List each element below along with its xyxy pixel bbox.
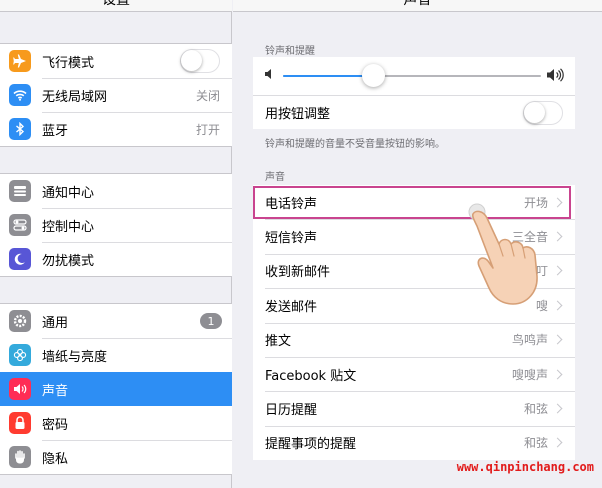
volume-slider-fill: [283, 75, 374, 77]
sound-row-label: 提醒事项的提醒: [265, 437, 357, 453]
hand-icon: [9, 446, 31, 468]
ringer-group: 用按钮调整: [253, 57, 575, 130]
volume-slider-row: [253, 57, 575, 95]
sound-row-value: 嗖嗖声: [511, 367, 548, 382]
chevron-right-icon: [552, 197, 563, 208]
sidebar-item-label: 密码: [42, 417, 69, 433]
sidebar-item-wifi[interactable]: 无线局域网 关闭: [0, 78, 232, 112]
airplane-icon: [9, 50, 31, 72]
sidebar-group-connectivity: 飞行模式 无线局域网 关闭 蓝牙 打开: [0, 43, 232, 147]
sidebar-item-do-not-disturb[interactable]: 勿扰模式: [0, 242, 232, 276]
detail-header: 声音: [233, 0, 602, 12]
notification-icon: [9, 180, 31, 202]
flower-icon: [9, 344, 31, 366]
gear-icon: [9, 310, 31, 332]
sidebar-title: 设置: [102, 0, 130, 8]
control-center-icon: [9, 214, 31, 236]
chevron-right-icon: [552, 334, 563, 345]
sound-row-value: 和弦: [523, 402, 548, 417]
chevron-right-icon: [552, 403, 563, 414]
speaker-icon: [9, 378, 31, 400]
sound-row-value: 鸟鸣声: [511, 333, 548, 348]
sidebar-item-label: 通用: [42, 315, 69, 331]
sound-row-facebook-post[interactable]: Facebook 贴文 嗖嗖声: [253, 356, 575, 391]
sidebar-item-label: 无线局域网: [42, 89, 108, 105]
sidebar-item-airplane[interactable]: 飞行模式: [0, 44, 232, 78]
bluetooth-icon: [9, 118, 31, 140]
ringer-section-title: 铃声和提醒: [265, 46, 315, 57]
chevron-right-icon: [552, 231, 563, 242]
moon-icon: [9, 248, 31, 270]
sidebar-item-sounds[interactable]: 声音: [0, 372, 232, 406]
volume-high-icon: [547, 68, 564, 82]
lock-icon: [9, 412, 31, 434]
settings-sidebar: 设置 飞行模式 无线局域网 关闭 蓝牙 打开 通知中心 控制中心 勿扰模式 通用…: [0, 0, 232, 488]
sidebar-item-label: 飞行模式: [42, 55, 95, 71]
bluetooth-status: 打开: [195, 122, 220, 137]
volume-slider-knob[interactable]: [362, 64, 386, 87]
sounds-detail-pane: 声音 铃声和提醒 用按钮调整 铃声和提醒的音量不受音量按钮的影响。 声音 电话铃…: [233, 0, 602, 488]
sound-row-reminder-alerts[interactable]: 提醒事项的提醒 和弦: [253, 425, 575, 460]
volume-slider-track[interactable]: [283, 64, 541, 87]
wifi-icon: [9, 84, 31, 106]
sound-row-label: Facebook 贴文: [265, 368, 357, 384]
sidebar-group-system: 通知中心 控制中心 勿扰模式: [0, 173, 232, 277]
sounds-section-title: 声音: [265, 172, 285, 183]
change-with-buttons-row: 用按钮调整: [253, 95, 575, 129]
sidebar-item-label: 控制中心: [42, 219, 95, 235]
chevron-right-icon: [552, 437, 563, 448]
sound-row-tweet[interactable]: 推文 鸟鸣声: [253, 322, 575, 357]
volume-low-icon: [265, 69, 271, 79]
chevron-right-icon: [552, 369, 563, 380]
sound-row-calendar-alerts[interactable]: 日历提醒 和弦: [253, 391, 575, 425]
sidebar-item-bluetooth[interactable]: 蓝牙 打开: [0, 112, 232, 146]
sidebar-item-label: 通知中心: [42, 185, 95, 201]
sound-row-label: 推文: [265, 334, 292, 350]
sidebar-item-passcode[interactable]: 密码: [0, 406, 232, 440]
chevron-right-icon: [552, 266, 563, 276]
airplane-mode-toggle[interactable]: [180, 49, 220, 73]
sidebar-item-label: 蓝牙: [42, 123, 69, 139]
detail-title: 声音: [403, 0, 432, 8]
sidebar-group-device: 通用 1 墙纸与亮度 声音 密码 隐私: [0, 303, 232, 475]
sound-row-value: 和弦: [523, 436, 548, 451]
sidebar-item-label: 隐私: [42, 451, 69, 467]
sidebar-item-general[interactable]: 通用 1: [0, 304, 232, 338]
sidebar-item-notification-center[interactable]: 通知中心: [0, 174, 232, 208]
sidebar-item-label: 声音: [42, 383, 69, 399]
pointing-hand-icon: [468, 203, 538, 305]
change-with-buttons-label: 用按钮调整: [265, 107, 331, 123]
change-with-buttons-toggle[interactable]: [523, 100, 563, 125]
chevron-right-icon: [552, 300, 563, 311]
sidebar-item-control-center[interactable]: 控制中心: [0, 208, 232, 242]
update-badge: 1: [200, 313, 222, 329]
sidebar-header: 设置: [0, 0, 232, 12]
sidebar-item-wallpaper[interactable]: 墙纸与亮度: [0, 338, 232, 372]
volume-note: 铃声和提醒的音量不受音量按钮的影响。: [265, 139, 445, 150]
wifi-status: 关闭: [195, 88, 220, 103]
sidebar-item-label: 勿扰模式: [42, 253, 95, 269]
sidebar-item-privacy[interactable]: 隐私: [0, 440, 232, 474]
sound-row-label: 日历提醒: [265, 403, 318, 419]
sidebar-item-label: 墙纸与亮度: [42, 349, 108, 365]
watermark: www.qinpinchang.com: [456, 460, 594, 474]
